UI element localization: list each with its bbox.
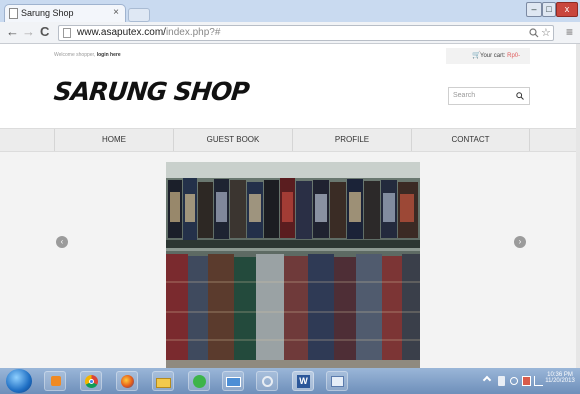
firefox-icon[interactable] [116, 371, 138, 391]
cart-amount: Rp0- [507, 53, 521, 59]
clock[interactable]: 10:36 PM 11/20/2013 [540, 372, 580, 384]
address-bar[interactable]: www.asaputex.com/index.php?# ☆ [58, 25, 554, 41]
slider-next-icon[interactable]: › [514, 236, 526, 248]
new-tab-button[interactable] [128, 8, 150, 22]
cart-summary: Your cart: Rp0- [480, 53, 520, 59]
page-icon [63, 28, 71, 38]
close-tab-icon[interactable]: × [113, 7, 119, 18]
main-nav: HOME GUEST BOOK PROFILE CONTACT [0, 128, 576, 152]
tab-title: Sarung Shop [21, 8, 74, 18]
welcome-prefix: Welcome shopper, [54, 52, 96, 58]
clock-date: 11/20/2013 [545, 378, 575, 384]
tray-expand-icon[interactable] [482, 375, 492, 385]
media-player-icon[interactable] [44, 371, 66, 391]
url-text: www.asaputex.com/index.php?# [77, 27, 220, 38]
forward-button[interactable]: → [22, 24, 35, 39]
image-slider: ‹ › [0, 152, 576, 368]
page-scrollbar[interactable] [576, 44, 580, 368]
url-path: index.php?# [165, 27, 221, 38]
messenger-icon[interactable] [188, 371, 210, 391]
nav-item-home[interactable]: HOME [54, 129, 173, 151]
volume-icon[interactable] [510, 377, 518, 385]
site-logo[interactable]: SARUNG SHOP [52, 77, 250, 106]
disk-tool-icon[interactable] [256, 371, 278, 391]
url-host: www.asaputex.com/ [77, 27, 166, 38]
close-window-button[interactable]: x [556, 2, 578, 17]
welcome-text: Welcome shopper, login here [54, 52, 121, 58]
word-icon[interactable]: W [292, 371, 314, 391]
menu-icon[interactable]: ≡ [566, 25, 573, 39]
search-icon[interactable] [529, 28, 539, 38]
web-page: Welcome shopper, login here 🛒 Your cart:… [0, 44, 576, 368]
start-button-icon[interactable] [6, 369, 32, 393]
network-warning-icon[interactable] [522, 376, 531, 386]
slider-prev-icon[interactable]: ‹ [56, 236, 68, 248]
nav-item-profile[interactable]: PROFILE [292, 129, 411, 151]
login-link[interactable]: login here [97, 52, 121, 58]
search-box[interactable]: Search [448, 87, 530, 105]
nav-item-contact[interactable]: CONTACT [411, 129, 530, 151]
nav-item-guest-book[interactable]: GUEST BOOK [173, 129, 292, 151]
minimize-button[interactable]: – [526, 2, 542, 17]
browser-toolbar: ← → C www.asaputex.com/index.php?# ☆ ≡ [0, 22, 580, 44]
window-icon[interactable] [326, 371, 348, 391]
file-manager-icon[interactable] [152, 371, 174, 391]
browser-titlebar: Sarung Shop × – □ x [0, 0, 580, 22]
back-button[interactable]: ← [6, 24, 19, 39]
page-icon [9, 8, 18, 19]
browser-tab[interactable]: Sarung Shop × [4, 4, 126, 22]
reload-button[interactable]: C [40, 24, 49, 39]
search-input[interactable]: Search [453, 92, 475, 99]
bookmark-star-icon[interactable]: ☆ [541, 26, 551, 39]
battery-icon[interactable] [498, 376, 505, 386]
maximize-button[interactable]: □ [542, 2, 556, 17]
windows-taskbar: W 10:36 PM 11/20/2013 [0, 368, 580, 394]
cart-label: Your cart: [480, 53, 506, 59]
network-tool-icon[interactable] [222, 371, 244, 391]
slider-image [166, 162, 420, 368]
cart-box[interactable]: 🛒 Your cart: Rp0- [446, 48, 530, 64]
chrome-icon[interactable] [80, 371, 102, 391]
search-icon[interactable] [516, 92, 524, 100]
